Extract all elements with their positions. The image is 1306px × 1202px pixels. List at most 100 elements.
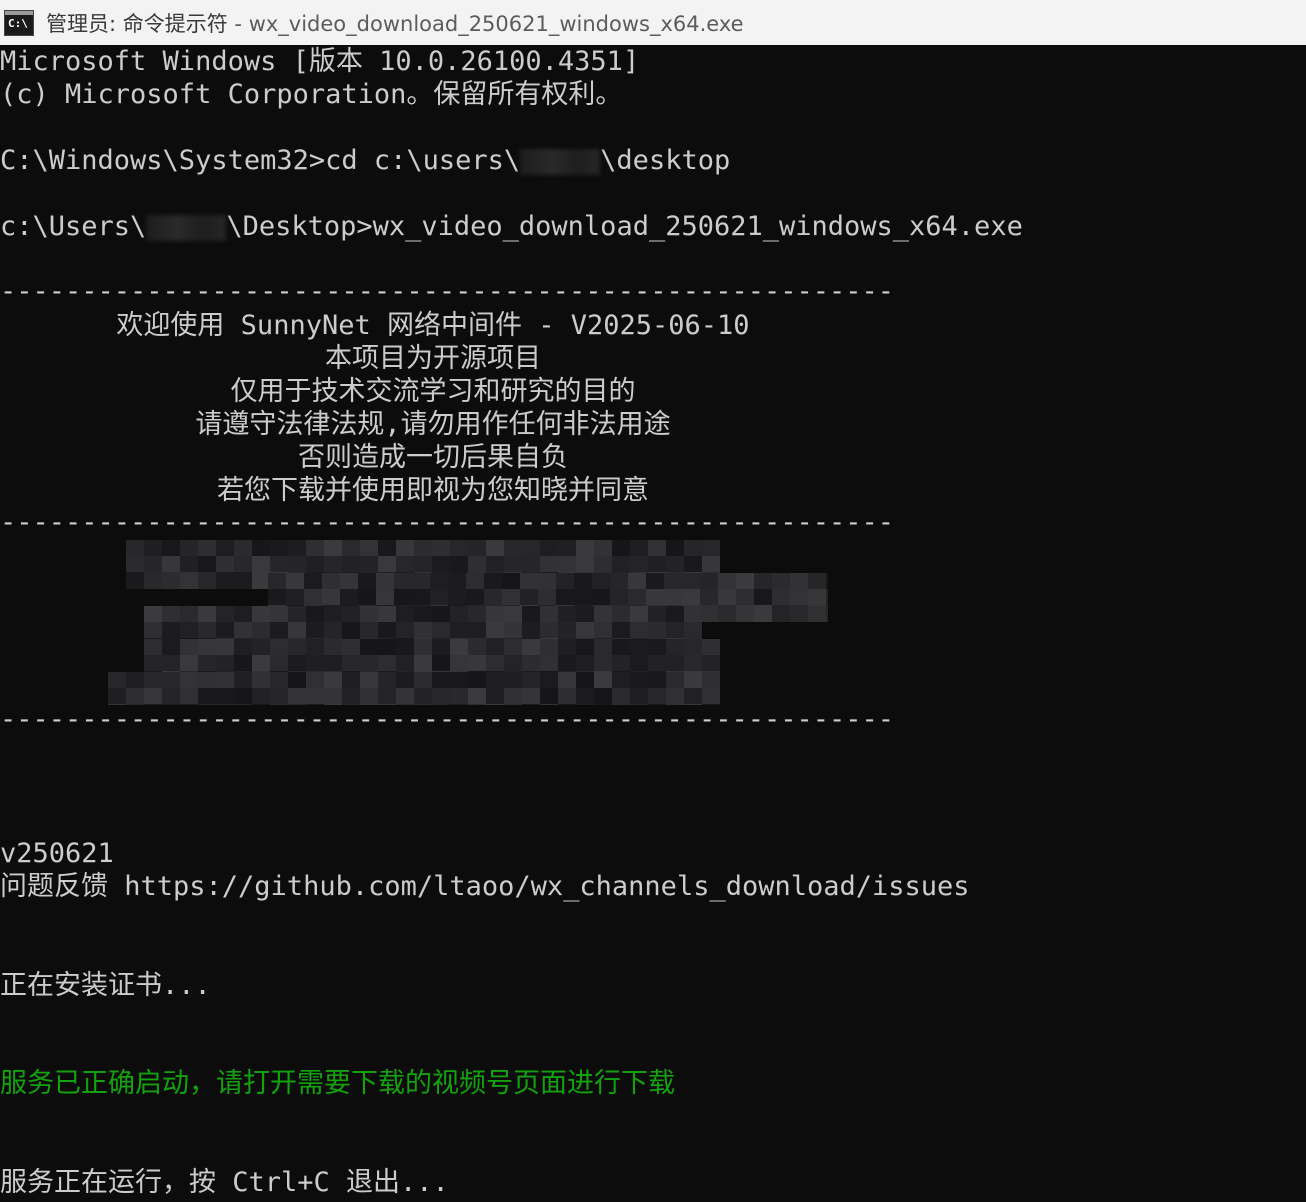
mosaic-pixel — [430, 573, 448, 590]
mosaic-pixel — [144, 556, 162, 573]
mosaic-pixel — [288, 622, 306, 639]
window-title-separator: - — [227, 11, 249, 36]
mosaic-pixel — [682, 573, 700, 590]
mosaic-pixel — [736, 573, 754, 590]
mosaic-pixel — [484, 573, 502, 590]
mosaic-pixel — [522, 672, 540, 689]
mosaic-pixel — [558, 556, 576, 573]
mosaic-pixel — [360, 540, 378, 557]
mosaic-pixel — [522, 639, 540, 656]
mosaic-pixel — [126, 556, 144, 573]
mosaic-pixel — [682, 589, 700, 606]
mosaic-pixel — [576, 556, 594, 573]
mosaic-pixel — [162, 572, 180, 589]
command-run-suffix: \Desktop>wx_video_download_250621_window… — [226, 211, 1023, 242]
mosaic-pixel — [414, 540, 432, 557]
mosaic-pixel — [198, 655, 216, 672]
mosaic-pixel — [790, 573, 808, 590]
separator-middle: ----------------------------------------… — [0, 507, 895, 538]
mosaic-pixel — [594, 540, 612, 557]
mosaic-pixel — [540, 606, 558, 623]
redacted-username — [146, 214, 227, 241]
mosaic-pixel — [268, 589, 286, 606]
mosaic-pixel — [522, 655, 540, 672]
banner-welcome: 欢迎使用 SunnyNet 网络中间件 - V2025-06-10 — [116, 310, 750, 341]
mosaic-pixel — [504, 606, 522, 623]
command-cd-line: C:\Windows\System32>cd c:\users\ \desktop — [0, 144, 730, 178]
mosaic-pixel — [486, 622, 504, 639]
mosaic-pixel — [286, 589, 304, 606]
mosaic-pixel — [540, 655, 558, 672]
mosaic-pixel — [646, 589, 664, 606]
mosaic-pixel — [378, 639, 396, 656]
mosaic-pixel — [808, 605, 826, 622]
console-output[interactable]: Microsoft Windows [版本 10.0.26100.4351] (… — [0, 45, 1306, 1202]
mosaic-pixel — [520, 589, 538, 606]
mosaic-pixel — [358, 573, 376, 590]
mosaic-pixel — [630, 639, 648, 656]
mosaic-pixel — [648, 556, 666, 573]
mosaic-pixel — [522, 622, 540, 639]
mosaic-pixel — [432, 540, 450, 557]
mosaic-pixel — [396, 639, 414, 656]
mosaic-pixel — [540, 622, 558, 639]
mosaic-pixel — [234, 639, 252, 656]
mosaic-pixel — [612, 556, 630, 573]
mosaic-pixel — [126, 672, 144, 689]
mosaic-pixel — [540, 672, 558, 689]
mosaic-pixel — [538, 573, 556, 590]
mosaic-pixel — [378, 606, 396, 623]
mosaic-pixel — [324, 606, 342, 623]
mosaic-pixel — [180, 556, 198, 573]
mosaic-pixel — [270, 540, 288, 557]
copyright-line: (c) Microsoft Corporation。保留所有权利。 — [0, 79, 623, 110]
mosaic-pixel — [162, 655, 180, 672]
mosaic-pixel — [594, 622, 612, 639]
mosaic-pixel — [808, 573, 826, 590]
mosaic-pixel — [648, 672, 666, 689]
separator-bottom: ----------------------------------------… — [0, 704, 895, 735]
mosaic-pixel — [450, 672, 468, 689]
mosaic-pixel — [286, 573, 304, 590]
mosaic-pixel — [648, 639, 666, 656]
mosaic-pixel — [826, 573, 828, 590]
mosaic-pixel — [576, 606, 594, 623]
mosaic-pixel — [252, 540, 270, 557]
mosaic-pixel — [666, 672, 684, 689]
mosaic-pixel — [396, 606, 414, 623]
mosaic-pixel — [414, 606, 432, 623]
mosaic-pixel — [558, 606, 576, 623]
mosaic-pixel — [378, 655, 396, 672]
mosaic-pixel — [594, 606, 612, 623]
mosaic-pixel — [144, 606, 162, 623]
command-cd-prefix: C:\Windows\System32>cd c:\users\ — [0, 145, 521, 176]
mosaic-pixel — [556, 573, 574, 590]
title-bar[interactable]: C:\ 管理员: 命令提示符 - wx_video_download_25062… — [0, 0, 1306, 45]
mosaic-pixel — [612, 672, 630, 689]
mosaic-pixel — [342, 622, 360, 639]
windows-version-line: Microsoft Windows [版本 10.0.26100.4351] — [0, 46, 640, 77]
mosaic-pixel — [268, 573, 286, 590]
mosaic-pixel — [162, 672, 180, 689]
mosaic-pixel — [486, 606, 504, 623]
mosaic-pixel — [630, 655, 648, 672]
mosaic-pixel — [702, 540, 720, 557]
mosaic-pixel — [754, 589, 772, 606]
mosaic-pixel — [594, 639, 612, 656]
mosaic-pixel — [610, 573, 628, 590]
mosaic-pixel — [700, 589, 718, 606]
mosaic-pixel — [234, 622, 252, 639]
mosaic-pixel — [504, 639, 522, 656]
mosaic-pixel — [414, 556, 432, 573]
cmd-app-icon[interactable]: C:\ — [4, 9, 34, 36]
mosaic-pixel — [612, 622, 630, 639]
mosaic-pixel — [826, 589, 828, 606]
mosaic-pixel — [558, 639, 576, 656]
mosaic-pixel — [432, 672, 450, 689]
mosaic-pixel — [304, 573, 322, 590]
mosaic-pixel — [702, 655, 720, 672]
mosaic-pixel — [648, 606, 666, 623]
mosaic-pixel — [576, 655, 594, 672]
mosaic-pixel — [432, 639, 450, 656]
mosaic-pixel — [396, 655, 414, 672]
